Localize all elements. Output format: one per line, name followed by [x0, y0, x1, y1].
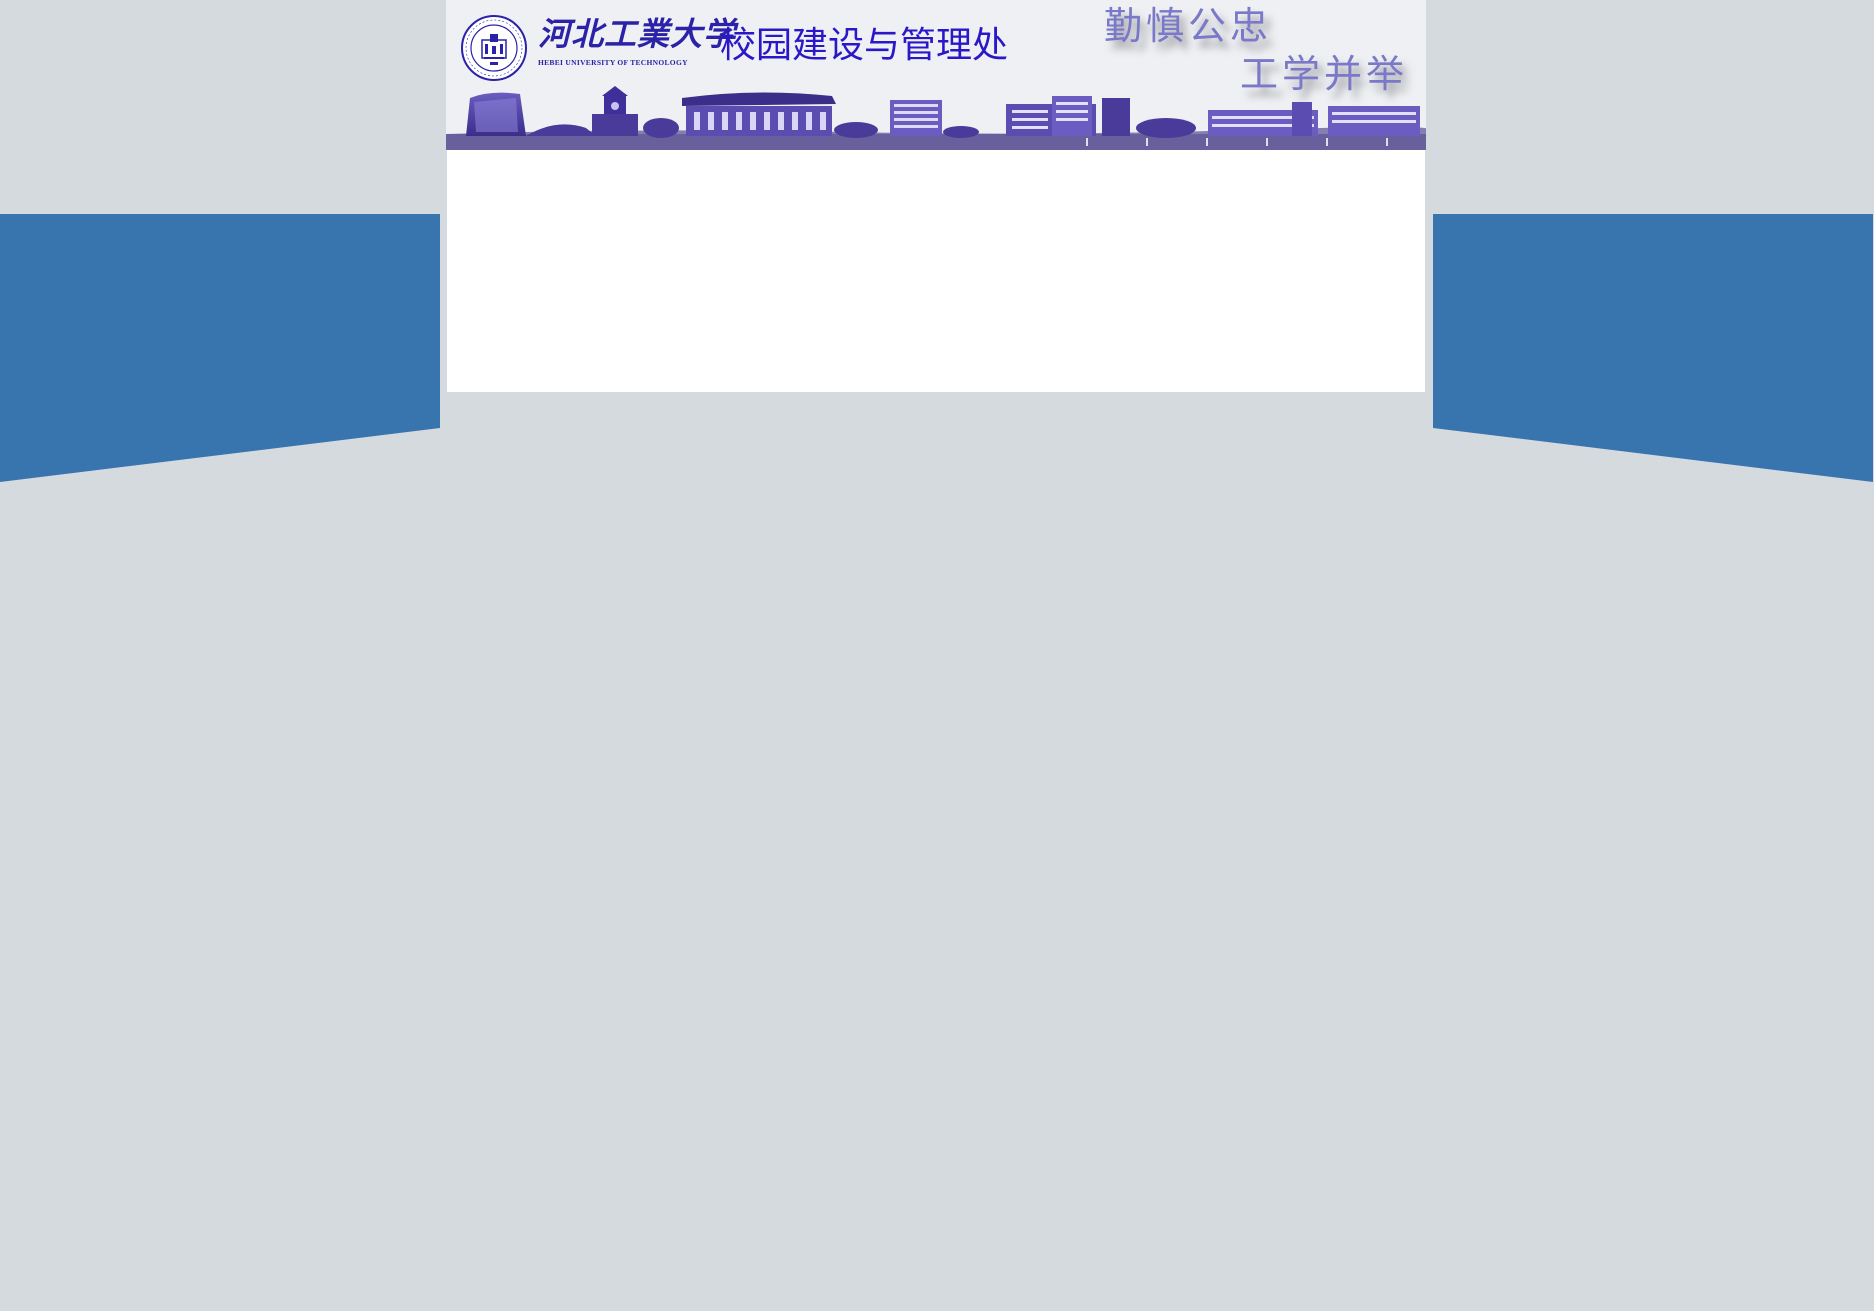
- university-name-cn: 河北工業大学: [538, 15, 737, 53]
- page: 河北工業大学 HEBEI UNIVERSITY OF TECHNOLOGY 校园…: [0, 0, 1874, 1311]
- university-seal-icon: [460, 14, 528, 82]
- campus-skyline-image: [446, 84, 1426, 150]
- site-header-banner: 河北工業大学 HEBEI UNIVERSITY OF TECHNOLOGY 校园…: [446, 0, 1426, 150]
- department-title: 校园建设与管理处: [720, 25, 1009, 66]
- right-decorative-band: [1433, 214, 1873, 482]
- left-decorative-band: [0, 214, 440, 482]
- motto-line-1: 勤慎公忠: [1104, 4, 1273, 48]
- main-content-area: [447, 150, 1425, 392]
- university-name-en: HEBEI UNIVERSITY OF TECHNOLOGY: [538, 58, 688, 67]
